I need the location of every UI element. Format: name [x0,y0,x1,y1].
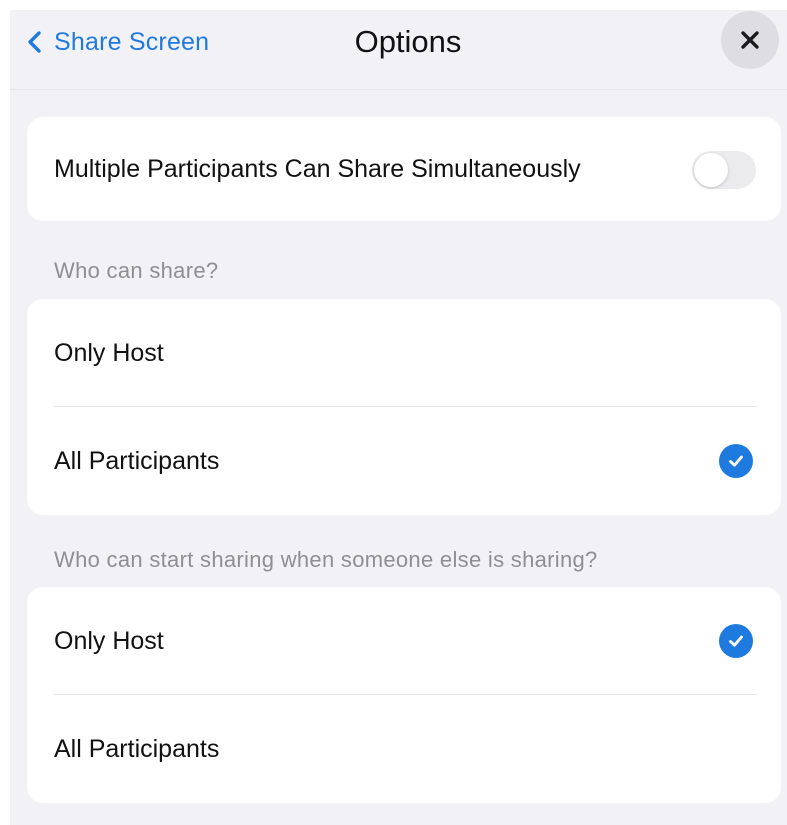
option-label: All Participants [54,735,220,763]
header-bar: Share Screen Options [10,10,787,90]
simultaneous-sharing-card: Multiple Participants Can Share Simultan… [27,117,781,221]
back-button[interactable]: Share Screen [26,22,209,62]
simultaneous-sharing-row: Multiple Participants Can Share Simultan… [27,117,781,221]
option-label: All Participants [54,447,220,475]
checkmark-icon [719,444,753,478]
who-can-start-sharing-heading: Who can start sharing when someone else … [54,547,598,572]
who-can-share-heading: Who can share? [54,258,219,283]
close-icon [741,31,759,49]
option-only-host[interactable]: Only Host [27,587,781,695]
option-label: Only Host [54,627,164,655]
toggle-knob [694,153,728,187]
page-title: Options [354,24,462,59]
options-panel: Share Screen Options Multiple Participan… [10,10,787,825]
chevron-left-icon [28,31,41,53]
who-can-start-sharing-card: Only Host All Participants [27,587,781,803]
checkmark-icon [719,624,753,658]
option-all-participants[interactable]: All Participants [27,407,781,515]
simultaneous-sharing-label: Multiple Participants Can Share Simultan… [54,155,581,183]
simultaneous-sharing-toggle[interactable] [692,151,756,189]
close-button[interactable] [721,11,779,69]
who-can-share-card: Only Host All Participants [27,299,781,515]
header-divider [10,89,787,90]
option-only-host[interactable]: Only Host [27,299,781,407]
option-label: Only Host [54,339,164,367]
back-label: Share Screen [54,27,210,56]
option-all-participants[interactable]: All Participants [27,695,781,803]
